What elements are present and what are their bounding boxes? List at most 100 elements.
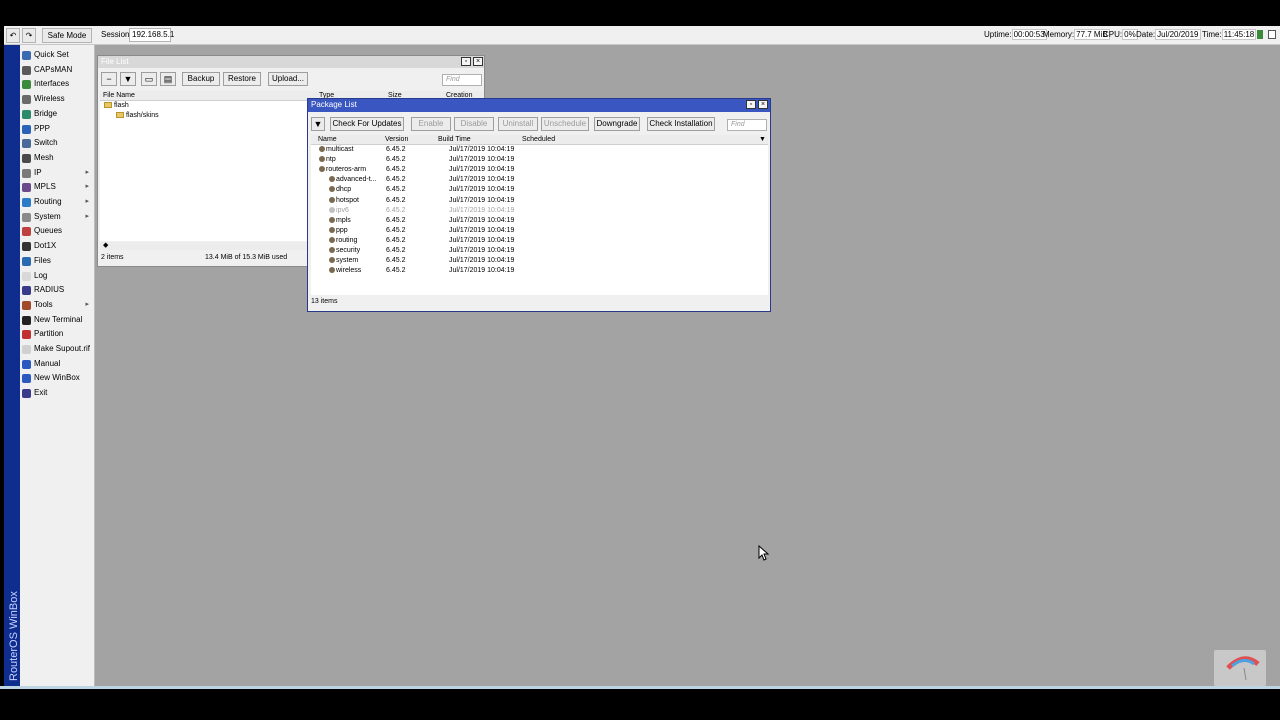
- upload-button[interactable]: Upload...: [268, 72, 308, 86]
- sidebar-item-manual[interactable]: Manual: [20, 357, 95, 371]
- submenu-arrow-icon: ▸: [85, 212, 89, 220]
- sidebar-item-exit[interactable]: Exit: [20, 386, 95, 400]
- package-name-cell: dhcp: [329, 185, 351, 195]
- sidebar-item-log[interactable]: Log: [20, 269, 95, 283]
- screen: ↶ ↷ Safe Mode Session: 192.168.5.1 Uptim…: [0, 0, 1280, 720]
- package-version-cell: 6.45.2: [386, 257, 406, 265]
- package-row[interactable]: ppp 6.45.2 Jul/17/2019 10:04:19: [311, 226, 768, 236]
- sidebar-item-tools[interactable]: Tools ▸: [20, 298, 95, 312]
- package-name-text: routing: [336, 236, 358, 244]
- col-file-name[interactable]: File Name: [103, 91, 135, 101]
- uninstall-button[interactable]: Uninstall: [498, 117, 538, 131]
- package-row[interactable]: system 6.45.2 Jul/17/2019 10:04:19: [311, 256, 768, 266]
- disable-button[interactable]: Disable: [454, 117, 494, 131]
- package-list-titlebar[interactable]: Package List: [308, 99, 770, 112]
- package-name-cell: multicast: [319, 145, 354, 155]
- sidebar-item-label: PPP: [34, 123, 51, 133]
- sidebar-item-new-terminal[interactable]: New Terminal: [20, 313, 95, 327]
- files-icon: [22, 256, 31, 266]
- sidebar-item-dot1x[interactable]: Dot1X: [20, 239, 95, 253]
- maximize-icon[interactable]: ▫: [746, 100, 756, 109]
- package-row[interactable]: ipv6 6.45.2 Jul/17/2019 10:04:19: [311, 206, 768, 216]
- package-find-input[interactable]: Find: [727, 119, 767, 131]
- enable-button[interactable]: Enable: [411, 117, 451, 131]
- interfaces-icon: [22, 80, 31, 90]
- file-find-input[interactable]: Find: [442, 74, 482, 86]
- sidebar-item-quick-set[interactable]: Quick Set: [20, 48, 95, 62]
- check-for-updates-button[interactable]: Check For Updates: [330, 117, 404, 131]
- sidebar-item-interfaces[interactable]: Interfaces: [20, 77, 95, 91]
- paste-button[interactable]: ▤: [160, 72, 176, 86]
- backup-button[interactable]: Backup: [182, 72, 220, 86]
- file-status-usage: 13.4 MiB of 15.3 MiB used: [205, 254, 288, 261]
- sidebar-item-partition[interactable]: Partition: [20, 327, 95, 341]
- cpu-label: CPU:: [1103, 30, 1123, 39]
- sidebar-item-label: Log: [34, 270, 48, 280]
- close-icon[interactable]: ×: [758, 100, 768, 109]
- sidebar-item-files[interactable]: Files: [20, 254, 95, 268]
- filter-button[interactable]: ▼: [120, 72, 136, 86]
- column-menu-icon[interactable]: ▼: [759, 135, 766, 145]
- package-build-cell: Jul/17/2019 10:04:19: [449, 216, 515, 224]
- unschedule-button[interactable]: Unschedule: [541, 117, 589, 131]
- sidebar-item-radius[interactable]: RADIUS: [20, 283, 95, 297]
- package-row[interactable]: routing 6.45.2 Jul/17/2019 10:04:19: [311, 236, 768, 246]
- package-build-cell: Jul/17/2019 10:04:19: [449, 156, 515, 164]
- hide-passwords-icon[interactable]: [1268, 30, 1276, 39]
- sidebar-item-wireless[interactable]: Wireless: [20, 92, 95, 106]
- sidebar-item-bridge[interactable]: Bridge: [20, 107, 95, 121]
- sidebar-item-routing[interactable]: Routing ▸: [20, 195, 95, 209]
- package-row[interactable]: advanced-t... 6.45.2 Jul/17/2019 10:04:19: [311, 175, 768, 185]
- sidebar-item-new-winbox[interactable]: New WinBox: [20, 371, 95, 385]
- sidebar-item-system[interactable]: System ▸: [20, 210, 95, 224]
- sidebar-item-label: Exit: [34, 388, 48, 398]
- package-name-text: mpls: [336, 216, 351, 224]
- downgrade-button[interactable]: Downgrade: [594, 117, 640, 131]
- col-scheduled[interactable]: Scheduled: [522, 135, 555, 145]
- sidebar-item-switch[interactable]: Switch: [20, 136, 95, 150]
- package-build-cell: Jul/17/2019 10:04:19: [449, 206, 515, 214]
- package-row[interactable]: security 6.45.2 Jul/17/2019 10:04:19: [311, 246, 768, 256]
- package-list-window: Package List ▫ × ▼ Check For Updates Ena…: [307, 98, 771, 312]
- sidebar-item-capsman[interactable]: CAPsMAN: [20, 63, 95, 77]
- maximize-icon[interactable]: ▫: [461, 57, 471, 66]
- package-row[interactable]: wireless 6.45.2 Jul/17/2019 10:04:19: [311, 266, 768, 276]
- copy-button[interactable]: ▭: [141, 72, 157, 86]
- package-row[interactable]: routeros-arm 6.45.2 Jul/17/2019 10:04:19: [311, 165, 768, 175]
- package-version-cell: 6.45.2: [386, 166, 406, 174]
- col-name[interactable]: Name: [318, 135, 337, 145]
- undo-button[interactable]: ↶: [6, 28, 20, 43]
- col-build-time[interactable]: Build Time: [438, 135, 471, 145]
- close-icon[interactable]: ×: [473, 57, 483, 66]
- package-row[interactable]: dhcp 6.45.2 Jul/17/2019 10:04:19: [311, 185, 768, 195]
- package-row[interactable]: ntp 6.45.2 Jul/17/2019 10:04:19: [311, 155, 768, 165]
- redo-button[interactable]: ↷: [22, 28, 36, 43]
- restore-button[interactable]: Restore: [223, 72, 261, 86]
- col-version[interactable]: Version: [385, 135, 408, 145]
- check-installation-button[interactable]: Check Installation: [647, 117, 715, 131]
- package-icon: [329, 206, 335, 213]
- minus-button[interactable]: −: [101, 72, 117, 86]
- package-version-cell: 6.45.2: [386, 176, 406, 184]
- sidebar-item-queues[interactable]: Queues: [20, 224, 95, 238]
- package-row[interactable]: mpls 6.45.2 Jul/17/2019 10:04:19: [311, 216, 768, 226]
- sidebar-item-mesh[interactable]: Mesh: [20, 151, 95, 165]
- sidebar-item-ip[interactable]: IP ▸: [20, 166, 95, 180]
- dot1x-icon: [22, 242, 31, 252]
- sidebar-item-make-supout-rif[interactable]: Make Supout.rif: [20, 342, 95, 356]
- package-version-cell: 6.45.2: [386, 186, 406, 194]
- package-icon: [319, 156, 325, 163]
- minus-icon: −: [106, 74, 112, 84]
- sidebar-item-label: Manual: [34, 358, 61, 368]
- sidebar-item-ppp[interactable]: PPP: [20, 122, 95, 136]
- safe-mode-button[interactable]: Safe Mode: [42, 28, 92, 43]
- submenu-arrow-icon: ▸: [85, 300, 89, 308]
- package-row[interactable]: multicast 6.45.2 Jul/17/2019 10:04:19: [311, 145, 768, 155]
- package-row[interactable]: hotspot 6.45.2 Jul/17/2019 10:04:19: [311, 196, 768, 206]
- terminal-icon: [22, 315, 31, 325]
- sidebar-item-mpls[interactable]: MPLS ▸: [20, 180, 95, 194]
- filter-button[interactable]: ▼: [311, 117, 325, 131]
- queues-icon: [22, 227, 31, 237]
- package-icon: [329, 236, 335, 243]
- file-list-titlebar[interactable]: File List: [98, 56, 484, 68]
